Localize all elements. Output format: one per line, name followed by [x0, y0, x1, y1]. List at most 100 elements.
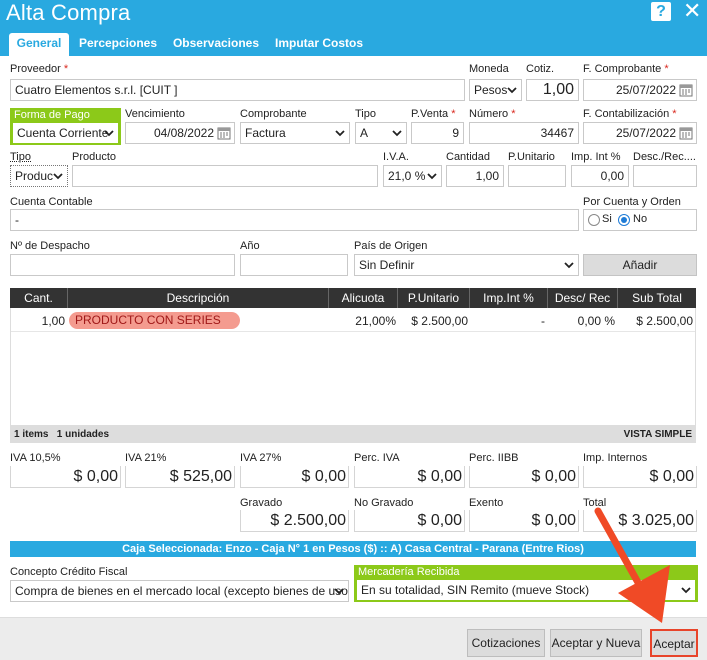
vencimiento-input[interactable]: 04/08/2022 — [125, 122, 235, 144]
iva-select[interactable]: 21,0 % — [383, 165, 442, 187]
anadir-button[interactable]: Añadir — [583, 254, 697, 276]
pais-value: Sin Definir — [359, 258, 415, 272]
tab-observaciones[interactable]: Observaciones — [168, 33, 264, 56]
tab-general[interactable]: General — [9, 33, 69, 56]
forma-pago-value: Cuenta Corriente — [17, 126, 109, 140]
tipo-comprobante-label: Tipo — [355, 108, 376, 120]
pventa-label: P.Venta * — [411, 108, 456, 120]
proveedor-label: Proveedor * — [10, 63, 69, 75]
tipo-producto-label: Tipo — [10, 151, 31, 163]
numero-label: Número * — [469, 108, 516, 120]
row-descripcion: PRODUCTO CON SERIES — [69, 312, 240, 329]
p-unitario-input[interactable] — [508, 165, 566, 187]
comprobante-value: Factura — [245, 126, 286, 140]
cantidad-input[interactable]: 1,00 — [446, 165, 504, 187]
no-gravado-value: $ 0,00 — [354, 510, 465, 532]
f-contab-input[interactable]: 25/07/2022 — [583, 122, 697, 144]
exento-label: Exento — [469, 497, 504, 509]
por-cuenta-no-label: No — [633, 213, 648, 225]
cotizaciones-button[interactable]: Cotizaciones — [467, 629, 545, 657]
imp-int-input[interactable]: 0,00 — [571, 165, 629, 187]
items-table-footer: 1 items 1 unidades VISTA SIMPLE — [10, 426, 696, 443]
iva21-value: $ 525,00 — [125, 466, 235, 488]
chevron-down-icon — [104, 130, 114, 137]
col-descripcion[interactable]: Descripción — [68, 288, 329, 308]
row-desc-rec: 0,00 % — [577, 314, 615, 328]
tab-percepciones[interactable]: Percepciones — [73, 33, 163, 56]
pais-select[interactable]: Sin Definir — [354, 254, 579, 276]
forma-pago-select[interactable]: Cuenta Corriente — [12, 122, 119, 144]
perc-iibb-label: Perc. IIBB — [469, 452, 519, 464]
numero-input[interactable]: 34467 — [469, 122, 579, 144]
gravado-label: Gravado — [240, 497, 283, 509]
perc-iva-label: Perc. IVA — [354, 452, 400, 464]
imp-int-label: Imp. Int % — [571, 151, 621, 163]
close-icon[interactable]: ✕ — [683, 0, 701, 22]
f-comprobante-input[interactable]: 25/07/2022 — [583, 79, 697, 101]
cuenta-contable-label: Cuenta Contable — [10, 196, 93, 208]
gravado-value: $ 2.500,00 — [240, 510, 349, 532]
calendar-icon[interactable] — [679, 126, 693, 140]
tipo-comprobante-value: A — [360, 126, 369, 140]
tab-imputar-costos[interactable]: Imputar Costos — [270, 33, 368, 56]
col-impint[interactable]: Imp.Int % — [470, 288, 548, 308]
chevron-down-icon — [335, 130, 345, 137]
iva-label: I.V.A. — [383, 151, 409, 163]
comprobante-select[interactable]: Factura — [240, 122, 350, 144]
help-icon[interactable]: ? — [651, 2, 671, 21]
f-comprobante-value: 25/07/2022 — [615, 83, 676, 97]
cotiz-input[interactable]: 1,00 — [526, 79, 579, 101]
iva21-label: IVA 21% — [125, 452, 167, 464]
comprobante-label: Comprobante — [240, 108, 307, 120]
cuenta-contable-input[interactable]: - — [10, 209, 579, 231]
col-alicuota[interactable]: Alicuota — [329, 288, 398, 308]
desc-rec-input[interactable] — [633, 165, 697, 187]
despacho-input[interactable] — [10, 254, 235, 276]
por-cuenta-si-radio[interactable] — [588, 214, 600, 226]
col-desc-rec[interactable]: Desc/ Rec — [548, 288, 618, 308]
col-subtotal[interactable]: Sub Total — [618, 288, 696, 308]
col-cant[interactable]: Cant. — [10, 288, 68, 308]
por-cuenta-no-radio[interactable] — [618, 214, 630, 226]
anio-input[interactable] — [240, 254, 348, 276]
p-unitario-label: P.Unitario — [508, 151, 555, 163]
por-cuenta-group: Si No — [583, 209, 697, 231]
arrow-annotation-icon — [594, 507, 670, 623]
producto-label: Producto — [72, 151, 117, 163]
col-punitario[interactable]: P.Unitario — [398, 288, 470, 308]
aceptar-button[interactable]: Aceptar — [650, 629, 698, 657]
tipo-producto-select[interactable]: Produc — [10, 165, 68, 187]
table-row[interactable]: 1,00 PRODUCTO CON SERIES 21,00% $ 2.500,… — [11, 308, 695, 332]
moneda-value: Pesos — [474, 83, 508, 97]
anio-label: Año — [240, 240, 260, 252]
proveedor-input[interactable]: Cuatro Elementos s.r.l. [CUIT ] — [10, 79, 465, 101]
chevron-down-icon — [427, 173, 437, 180]
row-punitario: $ 2.500,00 — [411, 314, 468, 328]
chevron-down-icon — [53, 173, 63, 180]
tipo-comprobante-select[interactable]: A — [355, 122, 407, 144]
vencimiento-label: Vencimiento — [125, 108, 185, 120]
moneda-select[interactable]: Pesos — [469, 79, 522, 101]
desc-rec-label: Desc./Rec.... — [633, 151, 696, 163]
exento-value: $ 0,00 — [469, 510, 579, 532]
concepto-select[interactable]: Compra de bienes en el mercado local (ex… — [10, 580, 349, 602]
aceptar-y-nueva-button[interactable]: Aceptar y Nueva — [550, 629, 642, 657]
f-contab-value: 25/07/2022 — [615, 126, 676, 140]
iva27-value: $ 0,00 — [240, 466, 349, 488]
vista-simple-link[interactable]: VISTA SIMPLE — [624, 426, 692, 443]
pais-label: País de Origen — [354, 240, 428, 252]
f-contab-label: F. Contabilización * — [583, 108, 677, 120]
f-comprobante-label: F. Comprobante * — [583, 63, 669, 75]
calendar-icon[interactable] — [217, 126, 231, 140]
chevron-down-icon — [507, 87, 517, 94]
moneda-label: Moneda — [469, 63, 509, 75]
imp-internos-value: $ 0,00 — [583, 466, 697, 488]
pventa-input[interactable]: 9 — [411, 122, 464, 144]
row-cant: 1,00 — [41, 314, 65, 328]
vencimiento-value: 04/08/2022 — [153, 126, 214, 140]
producto-input[interactable] — [72, 165, 378, 187]
perc-iva-value: $ 0,00 — [354, 466, 465, 488]
chevron-down-icon — [392, 130, 402, 137]
iva-value: 21,0 % — [388, 169, 426, 183]
calendar-icon[interactable] — [679, 83, 693, 97]
